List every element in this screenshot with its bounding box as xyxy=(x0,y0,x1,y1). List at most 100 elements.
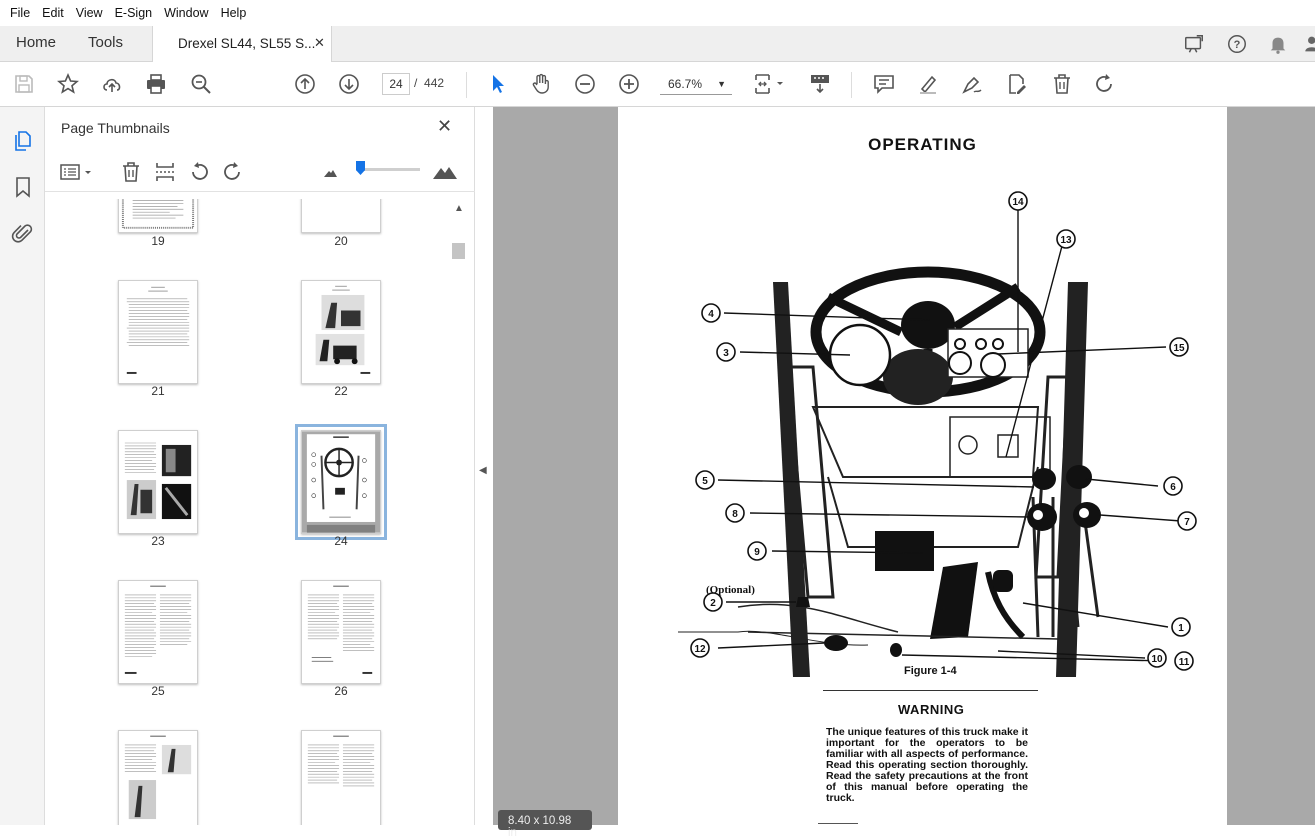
page-number-input[interactable]: 24 xyxy=(382,73,410,95)
options-menu-icon[interactable] xyxy=(59,160,95,184)
callout-9: 9 xyxy=(754,547,760,558)
attachment-icon[interactable] xyxy=(11,221,35,245)
comment-icon[interactable] xyxy=(872,72,896,96)
rotate-left-icon[interactable] xyxy=(187,160,211,184)
thumbnail-label: 24 xyxy=(334,534,348,548)
bell-icon[interactable] xyxy=(1267,33,1289,55)
menu-edit[interactable]: Edit xyxy=(36,6,70,20)
document-viewer[interactable]: OPERATING 4 3 14 13 15 5 6 8 7 9 2 1 10 … xyxy=(493,107,1315,825)
save-icon[interactable] xyxy=(12,72,36,96)
tab-document[interactable]: Drexel SL44, SL55 S... ✕ xyxy=(152,26,332,62)
help-icon[interactable]: ? xyxy=(1226,33,1248,55)
thumbnail-page-27[interactable] xyxy=(118,730,198,825)
print-icon[interactable] xyxy=(144,72,168,96)
menu-window[interactable]: Window xyxy=(158,6,214,20)
svg-text:?: ? xyxy=(1234,39,1241,51)
sign-pen-icon[interactable] xyxy=(960,72,984,96)
callout-12: 12 xyxy=(694,644,706,655)
divider-line xyxy=(823,690,1038,691)
select-cursor-icon[interactable] xyxy=(486,72,510,96)
bottom-rule xyxy=(818,823,858,824)
thumbnail-page-25[interactable] xyxy=(118,580,198,684)
small-mountain-icon[interactable] xyxy=(321,160,339,184)
warning-text: The unique features of this truck make i… xyxy=(826,726,1028,804)
optional-label: (Optional) xyxy=(706,584,755,596)
fit-page-icon[interactable] xyxy=(752,72,788,96)
callout-8: 8 xyxy=(732,509,738,520)
delete-page-icon[interactable] xyxy=(119,160,143,184)
thumbnail-scrollbar[interactable]: ▲ xyxy=(450,199,468,825)
previous-page-icon[interactable] xyxy=(293,72,317,96)
rotate-icon[interactable] xyxy=(1093,72,1117,96)
thumbnail-page-21[interactable] xyxy=(118,280,198,384)
callout-6: 6 xyxy=(1170,482,1176,493)
zoom-level-select[interactable]: 66.7% ▼ xyxy=(660,73,732,95)
person-icon[interactable] xyxy=(1302,33,1315,55)
panel-collapse-handle[interactable]: ◀ xyxy=(475,107,493,825)
thumbnail-size-slider[interactable] xyxy=(358,168,420,171)
thumbnail-label: 22 xyxy=(334,384,348,398)
page-total-value: 442 xyxy=(424,76,445,90)
scrollbar-thumb[interactable] xyxy=(452,243,465,259)
thumbnail-size-knob[interactable] xyxy=(356,161,365,175)
share-screen-icon[interactable] xyxy=(1183,33,1205,55)
callout-1: 1 xyxy=(1178,623,1184,634)
thumbnail-page-24[interactable] xyxy=(295,424,387,540)
hand-tool-icon[interactable] xyxy=(529,72,553,96)
collapse-left-icon[interactable]: ◀ xyxy=(479,465,487,476)
page-size-badge: 8.40 x 10.98 in xyxy=(498,810,592,839)
toolbar-divider-2 xyxy=(851,72,852,98)
page-separator: / xyxy=(414,76,418,90)
bookmark-icon[interactable] xyxy=(11,175,35,199)
thumbnail-label: 23 xyxy=(151,534,165,548)
menu-bar: File Edit View E-Sign Window Help xyxy=(0,0,1315,26)
menu-esign[interactable]: E-Sign xyxy=(109,6,159,20)
chevron-down-icon: ▼ xyxy=(717,79,726,89)
thumbnail-page-26[interactable] xyxy=(301,580,381,684)
menu-view[interactable]: View xyxy=(70,6,109,20)
thumbnail-page-28[interactable] xyxy=(301,730,381,825)
thumbnail-toolbar xyxy=(45,152,475,192)
scroll-mode-icon[interactable] xyxy=(808,72,832,96)
callout-5: 5 xyxy=(702,476,708,487)
callout-2: 2 xyxy=(710,598,716,609)
thumbnail-label: 26 xyxy=(334,684,348,698)
highlight-pen-icon[interactable] xyxy=(916,72,940,96)
thumbnail-page-19[interactable] xyxy=(118,199,198,233)
thumbnail-page-20[interactable] xyxy=(301,199,381,233)
thumbnail-page-22[interactable] xyxy=(301,280,381,384)
tab-tools[interactable]: Tools xyxy=(88,34,123,51)
page-thumbnails-icon[interactable] xyxy=(11,129,35,153)
menu-file[interactable]: File xyxy=(4,6,36,20)
tab-document-label: Drexel SL44, SL55 S... xyxy=(178,36,316,51)
thumbnail-list: 19 20 21 22 23 24 25 26 xyxy=(45,199,453,825)
callout-10: 10 xyxy=(1151,654,1163,665)
rotate-right-icon[interactable] xyxy=(221,160,245,184)
zoom-search-icon[interactable] xyxy=(189,72,213,96)
callout-13: 13 xyxy=(1060,235,1072,246)
thumbnail-page-23[interactable] xyxy=(118,430,198,534)
close-tab-icon[interactable]: ✕ xyxy=(314,35,325,51)
zoom-in-icon[interactable] xyxy=(617,72,641,96)
insert-page-icon[interactable] xyxy=(153,160,177,184)
figure-caption: Figure 1-4 xyxy=(904,665,957,677)
tab-bar: Home Tools Drexel SL44, SL55 S... ✕ ? xyxy=(0,26,1315,62)
menu-help[interactable]: Help xyxy=(215,6,253,20)
edit-document-icon[interactable] xyxy=(1005,72,1029,96)
callout-15: 15 xyxy=(1173,343,1185,354)
callout-11: 11 xyxy=(1179,657,1190,668)
thumbnail-label: 20 xyxy=(334,234,348,248)
next-page-icon[interactable] xyxy=(337,72,361,96)
thumbnail-label: 21 xyxy=(151,384,165,398)
upload-cloud-icon[interactable] xyxy=(100,72,124,96)
close-panel-icon[interactable]: ✕ xyxy=(437,116,452,137)
zoom-out-icon[interactable] xyxy=(573,72,597,96)
large-mountain-icon[interactable] xyxy=(431,160,459,184)
thumbnail-label: 25 xyxy=(151,684,165,698)
tab-home[interactable]: Home xyxy=(16,34,56,51)
page-total: / 442 xyxy=(414,76,444,90)
scroll-up-icon[interactable]: ▲ xyxy=(454,203,464,214)
star-icon[interactable] xyxy=(56,72,80,96)
trash-icon[interactable] xyxy=(1050,72,1074,96)
document-page: OPERATING 4 3 14 13 15 5 6 8 7 9 2 1 10 … xyxy=(618,107,1227,825)
